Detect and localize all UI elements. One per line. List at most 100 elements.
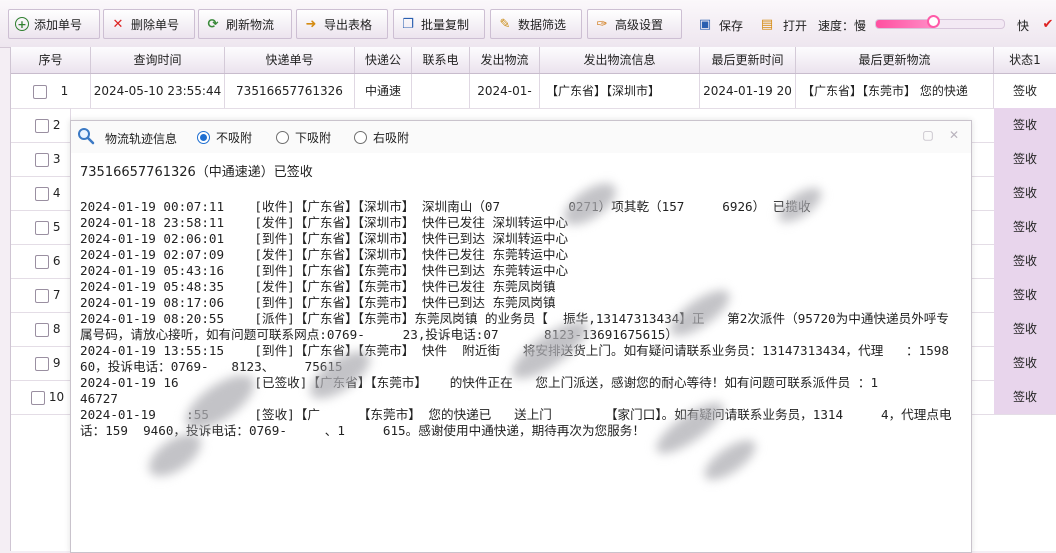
col-header-no[interactable]: 序号 bbox=[11, 47, 91, 73]
row-no: 3 bbox=[52, 152, 61, 166]
row-checkbox[interactable] bbox=[35, 356, 49, 371]
advanced-settings-label: 高级设置 bbox=[615, 17, 664, 32]
col-header-query-time[interactable]: 查询时间 bbox=[91, 47, 225, 73]
row-no-cell: 8 bbox=[11, 312, 71, 346]
row-no: 1 bbox=[60, 84, 69, 98]
row-checkbox[interactable] bbox=[35, 118, 49, 133]
row-query-time: 2024-05-10 23:55:44 bbox=[91, 74, 225, 108]
export-table-button[interactable]: ➜ 导出表格 bbox=[296, 9, 388, 39]
open-icon[interactable]: ▤ bbox=[759, 16, 775, 32]
row-no: 7 bbox=[52, 288, 61, 302]
table-row[interactable]: 1 2024-05-10 23:55:44 73516657761326 中通速… bbox=[11, 74, 1056, 109]
col-header-last-time[interactable]: 最后更新时间 bbox=[700, 47, 796, 73]
tracking-log-line: 2024-01-19 05:43:16 [到件]【广东省】【东莞市】 快件已到达… bbox=[80, 263, 569, 278]
row-last-time: 2024-01-19 20 bbox=[700, 74, 796, 108]
col-header-sent[interactable]: 发出物流 bbox=[470, 47, 540, 73]
wrench-icon: ✑ bbox=[596, 16, 608, 32]
row-no: 9 bbox=[52, 356, 61, 370]
delete-tracking-label: 删除单号 bbox=[131, 17, 180, 32]
row-checkbox[interactable] bbox=[35, 288, 49, 303]
col-header-tracking[interactable]: 快递单号 bbox=[225, 47, 355, 73]
speed-label: 速度：慢 bbox=[818, 19, 867, 33]
speed-slider-thumb[interactable] bbox=[927, 15, 940, 28]
row-status: 签收 bbox=[994, 210, 1056, 244]
row-tracking: 73516657761326 bbox=[225, 74, 355, 108]
radio-dot[interactable] bbox=[197, 131, 210, 144]
data-filter-button[interactable]: ✎ 数据筛选 bbox=[490, 9, 582, 39]
row-status: 签收 bbox=[994, 278, 1056, 312]
search-icon bbox=[77, 127, 95, 145]
batch-copy-button[interactable]: ❐ 批量复制 bbox=[393, 9, 485, 39]
row-status: 签收 bbox=[994, 142, 1056, 176]
data-filter-label: 数据筛选 bbox=[518, 17, 567, 32]
row-phone bbox=[412, 74, 470, 108]
row-checkbox[interactable] bbox=[35, 186, 49, 201]
add-icon: + bbox=[15, 17, 29, 31]
col-header-sent-info[interactable]: 发出物流信息 bbox=[540, 47, 700, 73]
row-no: 5 bbox=[52, 220, 61, 234]
row-last-info: 【广东省】【东莞市】 您的快递 bbox=[796, 74, 994, 108]
row-no: 10 bbox=[48, 390, 65, 404]
popup-title: 物流轨迹信息 bbox=[105, 132, 178, 146]
tracking-log-line: 2024-01-19 08:20:55 [派件]【广东省】【东莞市】东莞凤岗镇 … bbox=[80, 311, 949, 342]
row-no-cell: 7 bbox=[11, 278, 71, 312]
row-no: 6 bbox=[52, 254, 61, 268]
col-header-status[interactable]: 状态1 bbox=[994, 47, 1056, 73]
speed-slider[interactable] bbox=[875, 19, 1005, 29]
open-button[interactable]: 打开 bbox=[783, 17, 807, 34]
tracking-log-line: 2024-01-19 02:07:09 [发件]【广东省】【深圳市】 快件已发往… bbox=[80, 247, 569, 262]
row-status: 签收 bbox=[994, 312, 1056, 346]
row-checkbox[interactable] bbox=[35, 220, 49, 235]
save-icon[interactable]: ▣ bbox=[697, 16, 713, 32]
radio-snap-bottom[interactable]: 下吸附 bbox=[276, 129, 331, 146]
row-checkbox[interactable] bbox=[32, 84, 47, 99]
row-status: 签收 bbox=[994, 74, 1056, 108]
row-status: 签收 bbox=[994, 244, 1056, 278]
speed-fast-label: 快 bbox=[1017, 19, 1030, 33]
col-header-company[interactable]: 快递公 bbox=[355, 47, 412, 73]
radio-label: 下吸附 bbox=[295, 131, 332, 145]
row-checkbox[interactable] bbox=[35, 152, 49, 167]
row-no-cell: 1 bbox=[11, 74, 91, 108]
tracking-detail-popup: 物流轨迹信息 不吸附 下吸附 右吸附 ▢ ✕ 73516657761326（中通… bbox=[70, 120, 972, 553]
radio-no-snap[interactable]: 不吸附 bbox=[197, 129, 252, 146]
export-table-label: 导出表格 bbox=[324, 17, 373, 32]
radio-dot[interactable] bbox=[354, 131, 367, 144]
col-header-last-info[interactable]: 最后更新物流 bbox=[796, 47, 994, 73]
radio-label: 不吸附 bbox=[216, 131, 253, 145]
row-no-cell: 9 bbox=[11, 346, 71, 380]
tracking-log-line: 2024-01-19 00:07:11 [收件]【广东省】【深圳市】 深圳南山（… bbox=[80, 199, 811, 214]
tracking-summary: 73516657761326（中通速递）已签收 bbox=[80, 165, 313, 180]
delete-tracking-button[interactable]: ✕ 删除单号 bbox=[103, 9, 195, 39]
row-no-cell: 5 bbox=[11, 210, 71, 244]
row-checkbox[interactable] bbox=[35, 254, 49, 269]
close-icon[interactable]: ✕ bbox=[947, 128, 961, 142]
radio-dot[interactable] bbox=[276, 131, 289, 144]
row-status: 签收 bbox=[994, 108, 1056, 142]
row-status: 签收 bbox=[994, 346, 1056, 380]
radio-snap-right[interactable]: 右吸附 bbox=[354, 129, 409, 146]
advanced-settings-button[interactable]: ✑ 高级设置 bbox=[587, 9, 682, 39]
row-sent-info: 【广东省】【深圳市】 bbox=[540, 74, 700, 108]
row-checkbox[interactable] bbox=[31, 390, 45, 405]
batch-copy-label: 批量复制 bbox=[421, 17, 470, 32]
row-no: 2 bbox=[52, 118, 61, 132]
row-no-cell: 10 bbox=[11, 380, 71, 414]
filter-icon: ✎ bbox=[499, 16, 511, 32]
radio-label: 右吸附 bbox=[373, 131, 410, 145]
restore-icon[interactable]: ▢ bbox=[921, 128, 935, 142]
tracking-log-line: 2024-01-19 02:06:01 [到件]【广东省】【深圳市】 快件已到达… bbox=[80, 231, 569, 246]
add-tracking-button[interactable]: + 添加单号 bbox=[8, 9, 100, 39]
row-no-cell: 2 bbox=[11, 108, 71, 142]
row-no-cell: 4 bbox=[11, 176, 71, 210]
checkmark-icon: ✔ bbox=[1042, 16, 1054, 32]
grid-header: 序号 查询时间 快递单号 快递公 联系电 发出物流 发出物流信息 最后更新时间 … bbox=[11, 47, 1056, 74]
row-status: 签收 bbox=[994, 380, 1056, 414]
col-header-phone[interactable]: 联系电 bbox=[412, 47, 470, 73]
refresh-logistics-button[interactable]: ⟳ 刷新物流 bbox=[198, 9, 292, 39]
save-button[interactable]: 保存 bbox=[719, 17, 743, 34]
row-checkbox[interactable] bbox=[35, 322, 49, 337]
add-tracking-label: 添加单号 bbox=[34, 17, 83, 32]
tracking-log-line: 2024-01-18 23:58:11 [发件]【广东省】【深圳市】 快件已发往… bbox=[80, 215, 569, 230]
delete-icon: ✕ bbox=[112, 16, 124, 32]
